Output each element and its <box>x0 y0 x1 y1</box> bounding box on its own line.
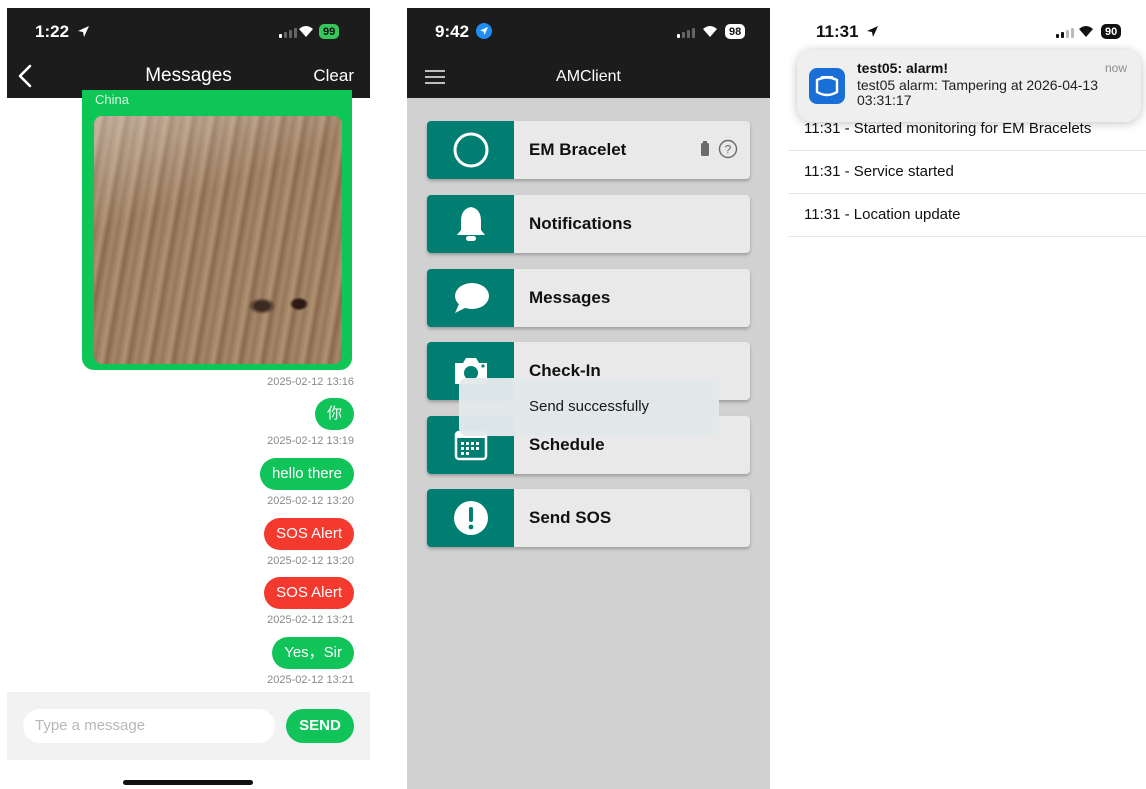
menu-item-label: EM Bracelet <box>529 140 627 159</box>
message-timestamp: 2025-02-12 13:20 <box>267 555 354 567</box>
message-timestamp: 2025-02-12 13:19 <box>267 435 354 447</box>
bell-icon <box>427 195 514 253</box>
status-bar: 9:42 98 <box>407 8 770 52</box>
message-input[interactable]: Type a message <box>23 709 275 743</box>
clear-button[interactable]: Clear <box>313 66 354 86</box>
menu-item-label: Schedule <box>529 435 605 454</box>
menu-item-label: Notifications <box>529 214 632 233</box>
status-bar: 11:31 90 <box>788 8 1146 52</box>
app-icon <box>809 68 845 104</box>
image-message-bubble[interactable]: China <box>82 90 352 370</box>
battery-status-icon <box>701 141 709 156</box>
message-bubble[interactable]: hello there <box>259 458 354 490</box>
image-caption: China <box>95 92 129 107</box>
location-services-icon <box>475 23 492 39</box>
status-bar: 1:22 99 <box>7 8 370 52</box>
cellular-signal-icon <box>1056 28 1074 38</box>
event-log-list: 11:31 - Started monitoring for EM Bracel… <box>788 108 1146 237</box>
chat-bubble-icon <box>427 269 514 327</box>
wood-photo-image[interactable] <box>94 116 342 364</box>
status-time-text: 9:42 <box>435 22 470 41</box>
menu-item-label: Messages <box>529 288 611 307</box>
send-button[interactable]: SEND <box>286 709 354 743</box>
messages-header: 1:22 99 Messages Clear <box>7 8 370 98</box>
help-question-icon[interactable]: ? <box>718 139 738 159</box>
message-timestamp: 2025-02-12 13:20 <box>267 495 354 507</box>
battery-level: 99 <box>323 25 336 38</box>
service-log-screen: 11:31 90 11:31 - Started monitoring for … <box>788 8 1146 789</box>
location-arrow-icon <box>867 26 879 37</box>
message-timestamp: 2025-02-12 13:16 <box>267 376 354 388</box>
amclient-header: 9:42 98 AMClient <box>407 8 770 98</box>
app-title: AMClient <box>556 68 621 85</box>
location-arrow-icon <box>77 26 89 37</box>
battery-indicator: 99 <box>319 24 340 39</box>
battery-indicator: 98 <box>725 24 746 39</box>
toast-message: Send successfully <box>459 378 719 436</box>
status-time-text: 11:31 <box>816 22 859 41</box>
menu-item-send-sos[interactable]: Send SOS <box>427 489 750 547</box>
message-bubble[interactable]: Yes，Sir <box>272 637 354 669</box>
bracelet-status-indicators: ? <box>700 139 738 159</box>
status-time: 9:42 <box>435 22 492 42</box>
notification-time: now <box>1104 61 1127 75</box>
message-composer: Type a message SEND <box>7 692 370 760</box>
svg-text:?: ? <box>725 143 732 157</box>
menu-item-notifications[interactable]: Notifications <box>427 195 750 253</box>
sos-message-bubble[interactable]: SOS Alert <box>264 518 354 550</box>
push-notification-banner[interactable]: test05: alarm! now test05 alarm: Tamperi… <box>797 50 1141 122</box>
status-time: 11:31 <box>816 22 879 42</box>
amclient-menu-screen: 9:42 98 AMClient EM Bracelet ? Notificat… <box>407 8 770 789</box>
cellular-signal-icon <box>279 28 297 38</box>
menu-item-messages[interactable]: Messages <box>427 269 750 327</box>
wifi-icon <box>703 26 717 37</box>
status-time: 1:22 <box>35 22 90 42</box>
exclamation-icon <box>427 489 514 547</box>
message-timestamp: 2025-02-12 13:21 <box>267 674 354 686</box>
cellular-signal-icon <box>677 28 695 38</box>
home-indicator[interactable] <box>123 780 253 785</box>
menu-item-em-bracelet[interactable]: EM Bracelet ? <box>427 121 750 179</box>
notification-title: test05: alarm! <box>857 60 949 76</box>
message-bubble[interactable]: 你 <box>314 398 354 430</box>
battery-indicator: 90 <box>1101 24 1122 39</box>
notification-body: test05 alarm: Tampering at 2026-04-13 03… <box>857 77 1098 108</box>
wifi-icon <box>1079 26 1093 37</box>
battery-level: 98 <box>729 25 742 38</box>
circle-icon <box>427 121 514 179</box>
message-timestamp: 2025-02-12 13:21 <box>267 614 354 626</box>
log-entry: 11:31 - Location update <box>788 194 1146 237</box>
messages-screen: 1:22 99 Messages Clear China 2025-02-12 … <box>7 8 370 789</box>
menu-item-label: Send SOS <box>529 508 612 527</box>
log-entry: 11:31 - Service started <box>788 151 1146 194</box>
status-time-text: 1:22 <box>35 22 70 41</box>
battery-level: 90 <box>1105 25 1118 38</box>
wifi-icon <box>299 26 313 37</box>
sos-message-bubble[interactable]: SOS Alert <box>264 577 354 609</box>
